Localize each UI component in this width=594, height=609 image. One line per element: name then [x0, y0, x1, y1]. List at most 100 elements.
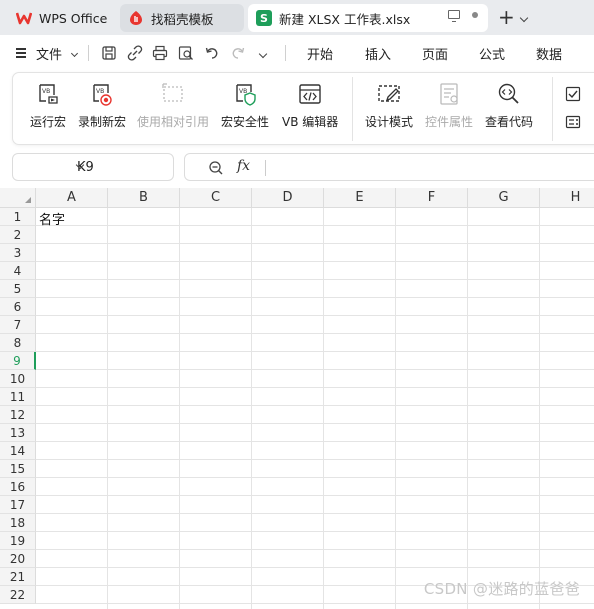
row-header[interactable]: 16: [0, 478, 36, 496]
monitor-icon[interactable]: [448, 10, 460, 22]
formula-bar[interactable]: fx: [184, 153, 594, 181]
undo-icon[interactable]: [204, 45, 220, 61]
ribbon-divider: [352, 77, 353, 141]
tab-wps-office[interactable]: WPS Office: [6, 4, 116, 32]
select-all-corner[interactable]: [0, 188, 36, 208]
menu-file[interactable]: 文件: [36, 44, 79, 63]
menu-file-label: 文件: [36, 48, 63, 63]
record-macro-button[interactable]: VB 录制新宏: [78, 81, 126, 130]
menu-page[interactable]: 页面: [422, 44, 448, 63]
column-header[interactable]: B: [108, 188, 180, 208]
row-header[interactable]: 12: [0, 406, 36, 424]
row-header[interactable]: 3: [0, 244, 36, 262]
macro-security-button[interactable]: VB 宏安全性: [221, 81, 269, 130]
row-header[interactable]: 2: [0, 226, 36, 244]
row-header[interactable]: 21: [0, 568, 36, 586]
menu-formula[interactable]: 公式: [479, 44, 505, 63]
ribbon-divider: [552, 77, 553, 141]
menu-start[interactable]: 开始: [307, 44, 333, 63]
menu-data[interactable]: 数据: [536, 44, 562, 63]
cell-a1[interactable]: 名字: [39, 209, 65, 228]
combo-control-icon[interactable]: [565, 114, 581, 130]
name-box[interactable]: K9: [12, 153, 174, 181]
tab-find-templates[interactable]: 找稻壳模板: [120, 4, 244, 32]
column-header[interactable]: C: [180, 188, 252, 208]
watermark: CSDN @迷路的蓝爸爸: [423, 580, 580, 598]
row-header[interactable]: 11: [0, 388, 36, 406]
row-header[interactable]: 8: [0, 334, 36, 352]
row-header[interactable]: 9: [0, 352, 36, 370]
relative-reference-label: 使用相对引用: [137, 115, 210, 129]
save-icon[interactable]: [101, 45, 117, 61]
svg-text:VB: VB: [42, 88, 50, 95]
run-macro-button[interactable]: VB 运行宏: [30, 81, 66, 130]
tab-document[interactable]: S 新建 XLSX 工作表.xlsx: [248, 4, 488, 32]
column-header[interactable]: F: [396, 188, 468, 208]
wps-logo-icon: [16, 12, 32, 25]
tab-list-chevron-icon[interactable]: [519, 10, 529, 24]
row-header[interactable]: 1: [0, 208, 36, 226]
column-header[interactable]: A: [36, 188, 108, 208]
quick-access-chevron-icon[interactable]: [258, 46, 268, 60]
tab-label: 新建 XLSX 工作表.xlsx: [279, 11, 411, 27]
row-header[interactable]: 17: [0, 496, 36, 514]
divider: [265, 160, 266, 176]
checkbox-control-icon[interactable]: [565, 86, 581, 102]
control-properties-icon: [440, 83, 458, 105]
design-mode-button[interactable]: 设计模式: [365, 81, 413, 130]
zoom-out-icon[interactable]: [208, 160, 224, 176]
tab-label: WPS Office: [39, 10, 108, 26]
chevron-down-icon: [71, 49, 79, 58]
developer-ribbon: VB 运行宏 VB 录制新宏 使用相对引用 VB 宏安全性 VB 编辑器 设计模…: [12, 72, 594, 145]
svg-text:VB: VB: [96, 88, 104, 95]
menu-insert[interactable]: 插入: [365, 44, 391, 63]
view-code-label: 查看代码: [485, 115, 534, 129]
column-header[interactable]: G: [468, 188, 540, 208]
row-header[interactable]: 20: [0, 550, 36, 568]
column-header[interactable]: H: [540, 188, 594, 208]
row-header[interactable]: 6: [0, 298, 36, 316]
tab-bar: WPS Office 找稻壳模板 S 新建 XLSX 工作表.xlsx +: [0, 0, 594, 35]
row-header[interactable]: 4: [0, 262, 36, 280]
spreadsheet-icon: S: [256, 10, 272, 26]
print-preview-icon[interactable]: [178, 45, 194, 61]
run-macro-icon: VB: [39, 84, 58, 104]
tab-label: 找稻壳模板: [151, 11, 214, 27]
record-macro-icon: VB: [93, 84, 112, 106]
row-header[interactable]: 5: [0, 280, 36, 298]
unsaved-dot-icon[interactable]: [472, 11, 478, 18]
relative-reference-button[interactable]: 使用相对引用: [137, 81, 209, 130]
row-header[interactable]: 7: [0, 316, 36, 334]
row-header[interactable]: 22: [0, 586, 36, 604]
share-link-icon[interactable]: [127, 45, 143, 61]
view-code-icon: [498, 83, 519, 104]
spreadsheet-grid[interactable]: ABCDEFGH 1 2 3 4 5 6 7 8 9 10 11 12 13 14 15 16 17 18 19 20…: [0, 188, 594, 609]
macro-security-label: 宏安全性: [221, 115, 270, 129]
design-mode-label: 设计模式: [365, 115, 414, 129]
function-icon[interactable]: fx: [237, 158, 250, 174]
new-tab-button[interactable]: +: [498, 7, 515, 27]
redo-icon[interactable]: [230, 45, 246, 61]
record-macro-label: 录制新宏: [78, 115, 127, 129]
view-code-button[interactable]: 查看代码: [485, 81, 533, 130]
divider: [88, 45, 89, 61]
column-header[interactable]: E: [324, 188, 396, 208]
row-header[interactable]: 14: [0, 442, 36, 460]
print-icon[interactable]: [152, 45, 168, 61]
menu-bar: 文件 开始 插入 页面 公式 数据: [0, 35, 594, 71]
vb-editor-button[interactable]: VB 编辑器: [282, 81, 338, 130]
control-properties-button[interactable]: 控件属性: [425, 81, 473, 130]
column-header[interactable]: D: [252, 188, 324, 208]
run-macro-label: 运行宏: [30, 115, 67, 129]
cell-area[interactable]: [36, 208, 594, 609]
row-header[interactable]: 19: [0, 532, 36, 550]
vb-editor-label: VB 编辑器: [282, 115, 339, 129]
relative-reference-icon: [162, 83, 183, 102]
macro-security-icon: VB: [236, 84, 256, 106]
row-header[interactable]: 18: [0, 514, 36, 532]
row-header[interactable]: 10: [0, 370, 36, 388]
vb-editor-icon: [299, 84, 321, 104]
row-header[interactable]: 15: [0, 460, 36, 478]
row-header[interactable]: 13: [0, 424, 36, 442]
hamburger-menu-icon[interactable]: [16, 48, 26, 60]
